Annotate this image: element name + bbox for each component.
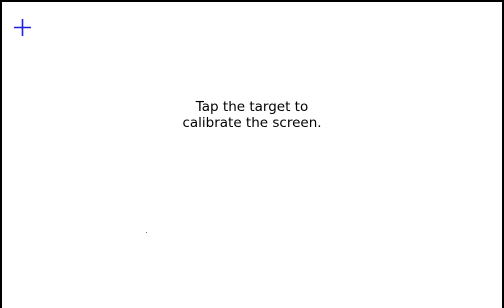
instruction-line-1: Tap the target to xyxy=(195,99,309,115)
screen-speck xyxy=(146,232,147,233)
calibration-screen[interactable]: Tap the target to calibrate the screen. xyxy=(0,0,504,308)
crosshair-plus-icon xyxy=(14,19,31,36)
calibration-instructions: Tap the target to calibrate the screen. xyxy=(2,99,502,131)
calibration-target-icon[interactable] xyxy=(14,19,31,36)
instruction-line-2: calibrate the screen. xyxy=(182,115,322,131)
